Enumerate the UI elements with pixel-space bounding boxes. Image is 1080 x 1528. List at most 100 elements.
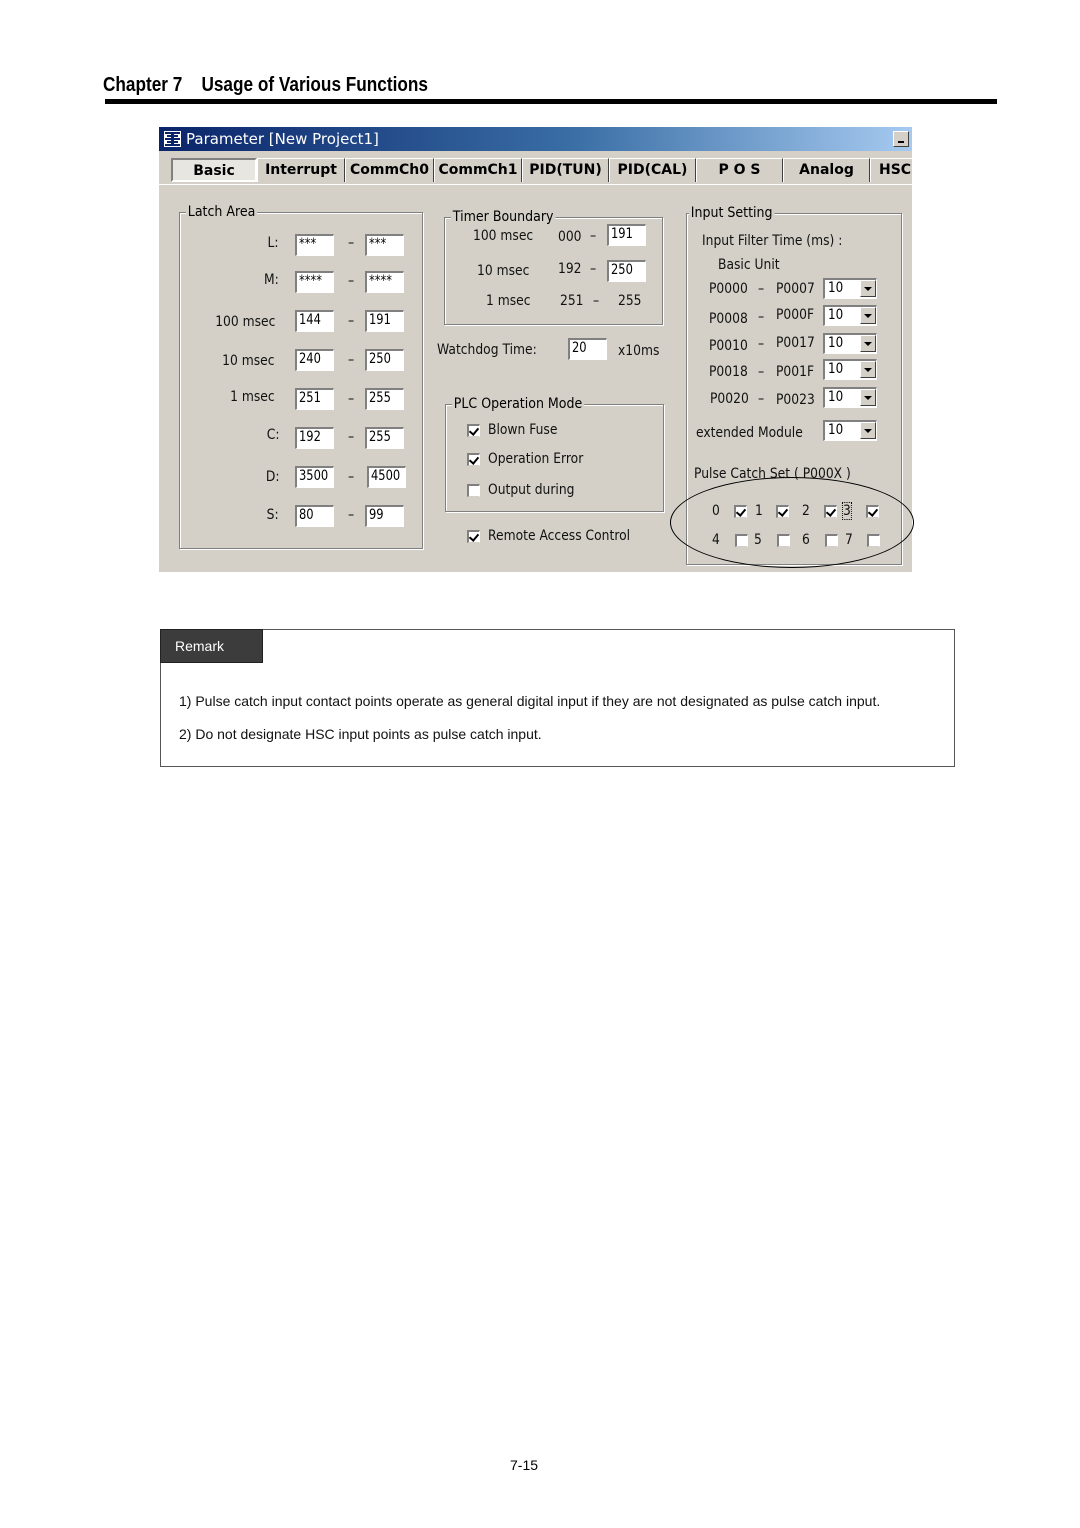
chapter-rule: [105, 99, 997, 104]
range-separator: –: [348, 391, 355, 407]
latch-l-from-input[interactable]: ***: [294, 233, 335, 257]
filter-time-select-p0008[interactable]: 10: [823, 305, 877, 326]
range-separator: –: [348, 273, 355, 289]
range-separator: –: [758, 309, 765, 325]
window-title: Parameter [New Project1]: [186, 130, 379, 148]
range-separator: –: [348, 429, 355, 445]
dropdown-arrow-icon[interactable]: [860, 335, 876, 352]
input-range-to: P000F: [776, 307, 815, 323]
filter-time-select-p0018[interactable]: 10: [823, 359, 877, 380]
timer-from-value: 000: [558, 229, 582, 245]
tab-basic[interactable]: Basic: [171, 158, 257, 182]
operation-error-label: Operation Error: [488, 451, 584, 467]
plc-operation-mode-title: PLC Operation Mode: [452, 396, 585, 412]
input-range-to: P0007: [776, 281, 815, 297]
blown-fuse-checkbox[interactable]: [467, 424, 480, 437]
range-separator: –: [593, 293, 600, 309]
timer-to-value: 255: [618, 293, 642, 309]
latch-d-from-input[interactable]: 3500: [294, 465, 335, 489]
filter-time-select-p0000[interactable]: 10: [823, 278, 877, 299]
timer-10msec-to-input[interactable]: 250: [606, 259, 647, 283]
input-range-from: P0000: [709, 281, 748, 297]
input-filter-label: Input Filter Time (ms) :: [702, 233, 843, 249]
timer-from-value: 192: [558, 261, 582, 277]
filter-time-select-p0010[interactable]: 10: [823, 333, 877, 354]
remark-line-2: 2) Do not designate HSC input points as …: [179, 726, 542, 742]
latch-label: 10 msec: [222, 353, 275, 369]
latch-label: C:: [266, 427, 279, 443]
range-separator: –: [758, 281, 765, 297]
latch-label: 1 msec: [230, 389, 275, 405]
dropdown-arrow-icon[interactable]: [860, 361, 876, 378]
latch-100msec-to-input[interactable]: 191: [364, 309, 405, 333]
latch-area-title: Latch Area: [186, 204, 258, 220]
latch-label: M:: [264, 272, 279, 288]
latch-100msec-from-input[interactable]: 144: [294, 309, 335, 333]
watchdog-input[interactable]: 20: [567, 337, 608, 361]
range-separator: –: [758, 364, 765, 380]
filter-time-select-p0020[interactable]: 10: [823, 387, 877, 408]
remark-title: Remark: [160, 629, 263, 663]
latch-10msec-from-input[interactable]: 240: [294, 348, 335, 372]
latch-area-group: Latch Area: [179, 204, 423, 549]
range-separator: –: [758, 336, 765, 352]
input-range-from: P0008: [709, 311, 748, 327]
latch-m-from-input[interactable]: ****: [294, 270, 335, 294]
watchdog-label: Watchdog Time:: [437, 342, 537, 358]
tab-pid-tun[interactable]: PID(TUN): [522, 158, 609, 182]
input-range-from: P0018: [709, 364, 748, 380]
input-range-to: P001F: [776, 364, 815, 380]
tab-analog[interactable]: Analog: [783, 158, 870, 182]
filter-time-select-extended[interactable]: 10: [823, 420, 877, 441]
latch-s-from-input[interactable]: 80: [294, 504, 335, 528]
dropdown-arrow-icon[interactable]: [860, 422, 876, 439]
tab-pos[interactable]: P O S: [696, 158, 783, 182]
input-setting-title: Input Setting: [689, 205, 775, 221]
tab-hsc[interactable]: HSC: [870, 158, 912, 182]
tab-interrupt[interactable]: Interrupt: [257, 158, 345, 182]
latch-m-to-input[interactable]: ****: [364, 270, 405, 294]
remote-access-checkbox[interactable]: [467, 530, 480, 543]
input-range-to: P0023: [776, 392, 815, 408]
timer-label: 10 msec: [477, 263, 530, 279]
title-bar[interactable]: Parameter [New Project1]: [159, 127, 912, 151]
latch-10msec-to-input[interactable]: 250: [364, 348, 405, 372]
tab-divider: [159, 184, 912, 185]
blown-fuse-label: Blown Fuse: [488, 422, 558, 438]
minimize-button[interactable]: [893, 131, 909, 147]
tab-pid-cal[interactable]: PID(CAL): [609, 158, 696, 182]
timer-label: 100 msec: [473, 228, 534, 244]
timer-label: 1 msec: [486, 293, 531, 309]
operation-error-checkbox[interactable]: [467, 453, 480, 466]
timer-boundary-title: Timer Boundary: [451, 209, 556, 225]
output-during-checkbox[interactable]: [467, 484, 480, 497]
dropdown-arrow-icon[interactable]: [860, 280, 876, 297]
input-range-to: P0017: [776, 335, 815, 351]
latch-label: L:: [267, 235, 279, 251]
latch-d-to-input[interactable]: 4500: [366, 465, 407, 489]
app-icon: [164, 131, 181, 147]
latch-s-to-input[interactable]: 99: [364, 504, 405, 528]
highlight-ellipse: [670, 477, 914, 568]
extended-module-label: extended Module: [696, 425, 803, 441]
range-separator: –: [590, 228, 597, 244]
input-range-from: P0010: [709, 338, 748, 354]
basic-unit-label: Basic Unit: [718, 257, 780, 273]
watchdog-unit: x10ms: [618, 343, 660, 359]
timer-100msec-to-input[interactable]: 191: [606, 223, 647, 247]
tab-strip: Basic Interrupt CommCh0 CommCh1 PID(TUN)…: [159, 155, 912, 185]
range-separator: –: [348, 313, 355, 329]
range-separator: –: [348, 469, 355, 485]
tab-commch0[interactable]: CommCh0: [345, 158, 434, 182]
latch-1msec-from-input[interactable]: 251: [294, 387, 335, 411]
latch-1msec-to-input[interactable]: 255: [364, 387, 405, 411]
timer-from-value: 251: [560, 293, 584, 309]
tab-commch1[interactable]: CommCh1: [434, 158, 522, 182]
dropdown-arrow-icon[interactable]: [860, 389, 876, 406]
range-separator: –: [590, 261, 597, 277]
latch-l-to-input[interactable]: ***: [364, 233, 405, 257]
latch-c-to-input[interactable]: 255: [364, 426, 405, 450]
dropdown-arrow-icon[interactable]: [860, 307, 876, 324]
latch-label: S:: [267, 507, 279, 523]
latch-c-from-input[interactable]: 192: [294, 426, 335, 450]
